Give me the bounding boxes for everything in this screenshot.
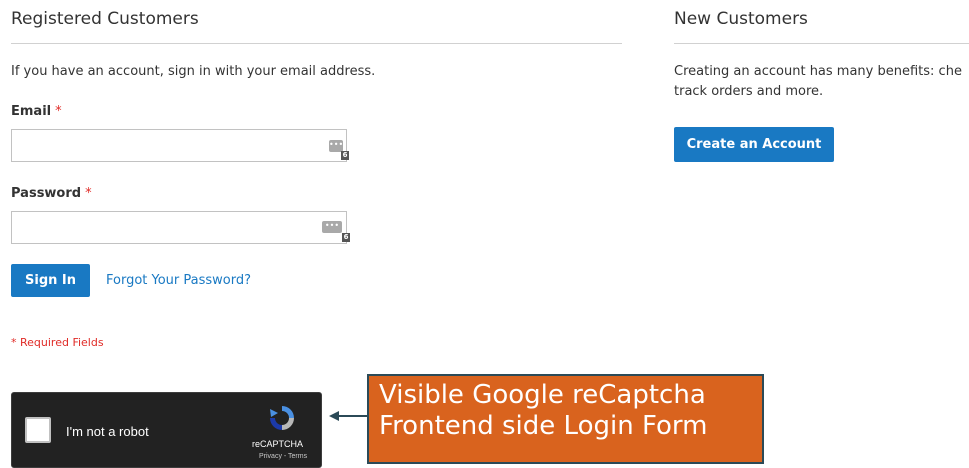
password-label: Password * (11, 186, 92, 201)
new-customers-text-line2: track orders and more. (674, 84, 824, 99)
recaptcha-logo-icon (266, 403, 298, 433)
email-label: Email * (11, 104, 62, 119)
email-label-text: Email (11, 104, 52, 119)
registered-customers-title: Registered Customers (11, 9, 199, 29)
email-field[interactable] (11, 129, 347, 162)
annotation-line2: Frontend side Login Form (379, 411, 708, 441)
password-manager-badge: 6 (341, 151, 349, 160)
password-manager-icon[interactable]: ••• 6 (322, 218, 352, 244)
password-manager-icon[interactable]: ••• 6 (329, 137, 351, 161)
recaptcha-checkbox[interactable] (25, 417, 51, 443)
password-label-text: Password (11, 186, 82, 201)
key-icon: ••• (322, 221, 342, 233)
annotation-line1: Visible Google reCaptcha (379, 380, 706, 410)
sign-in-button[interactable]: Sign In (11, 264, 90, 297)
password-manager-badge: 6 (342, 233, 350, 242)
new-customers-text-line1: Creating an account has many benefits: c… (674, 64, 962, 79)
signin-intro-text: If you have an account, sign in with you… (11, 64, 376, 79)
annotation-callout: Visible Google reCaptcha Frontend side L… (367, 374, 764, 464)
new-customers-title: New Customers (674, 9, 808, 29)
required-asterisk: * (85, 186, 92, 201)
forgot-password-link[interactable]: Forgot Your Password? (106, 273, 251, 288)
required-asterisk: * (55, 104, 62, 119)
recaptcha-brand: reCAPTCHA (252, 439, 304, 449)
password-field[interactable] (11, 211, 347, 244)
required-fields-note: * Required Fields (11, 336, 104, 349)
recaptcha-widget: I'm not a robot reCAPTCHA Privacy - Term… (11, 392, 322, 468)
registered-divider (11, 43, 622, 44)
create-account-button[interactable]: Create an Account (674, 127, 834, 162)
new-customers-divider (674, 43, 969, 44)
recaptcha-checkbox-label: I'm not a robot (66, 424, 149, 439)
recaptcha-terms-link[interactable]: Privacy - Terms (259, 453, 307, 460)
